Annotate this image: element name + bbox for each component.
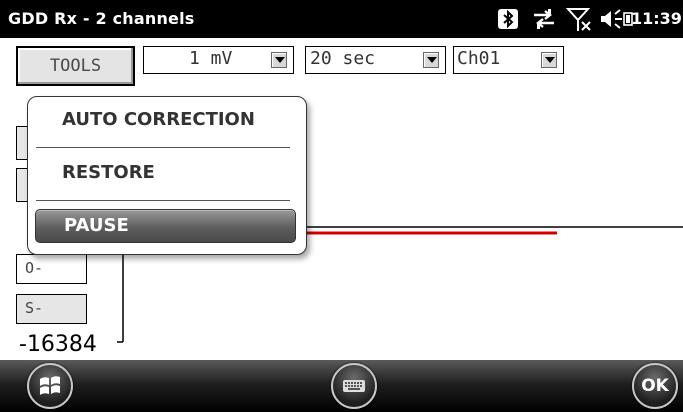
- offset-minus-button[interactable]: O-: [16, 254, 87, 284]
- y-min-label: -16384: [19, 332, 97, 357]
- softkey-bar: OK: [0, 360, 683, 412]
- tools-popup-menu: AUTO CORRECTION RESTORE PAUSE: [27, 96, 307, 255]
- screen: GDD Rx - 2 channels 11:39 TOOLS 1 mV 20 …: [0, 0, 683, 412]
- menu-separator: [36, 200, 290, 201]
- windows-start-icon[interactable]: [27, 363, 73, 409]
- menu-item-pause[interactable]: PAUSE: [35, 209, 296, 243]
- menu-separator: [36, 147, 290, 148]
- scale-minus-button[interactable]: S-: [16, 294, 87, 324]
- keyboard-icon[interactable]: [331, 363, 377, 409]
- menu-item-auto-correction[interactable]: AUTO CORRECTION: [34, 101, 298, 139]
- menu-item-restore[interactable]: RESTORE: [34, 154, 298, 192]
- ok-button[interactable]: OK: [632, 363, 678, 409]
- ok-label: OK: [641, 376, 669, 396]
